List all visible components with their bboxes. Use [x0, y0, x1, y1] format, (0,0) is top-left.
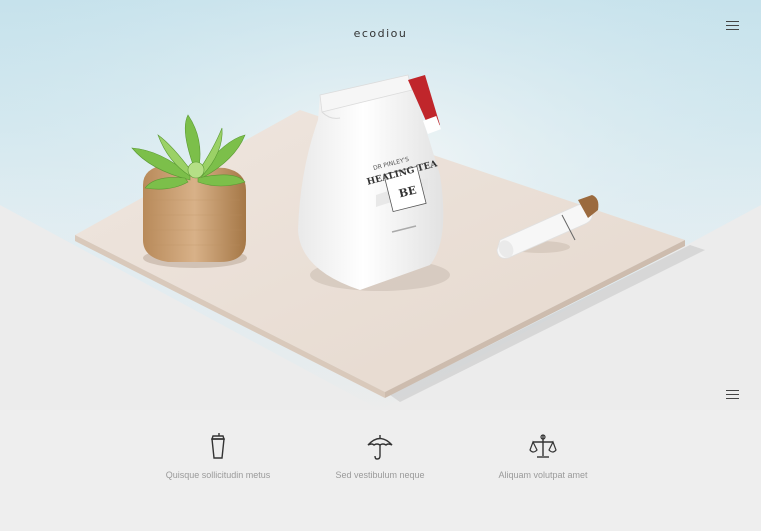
hamburger-menu-icon[interactable]	[726, 20, 740, 31]
feature-label: Sed vestibulum neque	[335, 470, 425, 480]
hero-section: BE DR PINLEY'S HEALING TEA ecodiou	[0, 0, 761, 410]
feature-item: Quisque sollicitudin metus	[138, 432, 298, 480]
feature-label: Aliquam volutpat amet	[498, 470, 588, 480]
feature-item: Sed vestibulum neque	[300, 432, 460, 480]
feature-item: Aliquam volutpat amet	[463, 432, 623, 480]
brand-logo[interactable]: ecodiou	[0, 27, 761, 40]
cup-icon	[211, 433, 225, 459]
features-section: Quisque sollicitudin metus Sed vestibulu…	[0, 410, 761, 531]
scale-icon	[529, 434, 557, 458]
section-menu-icon[interactable]	[726, 389, 740, 400]
umbrella-icon	[367, 435, 393, 460]
hero-illustration: BE DR PINLEY'S HEALING TEA	[0, 0, 761, 410]
feature-label: Quisque sollicitudin metus	[165, 470, 271, 480]
